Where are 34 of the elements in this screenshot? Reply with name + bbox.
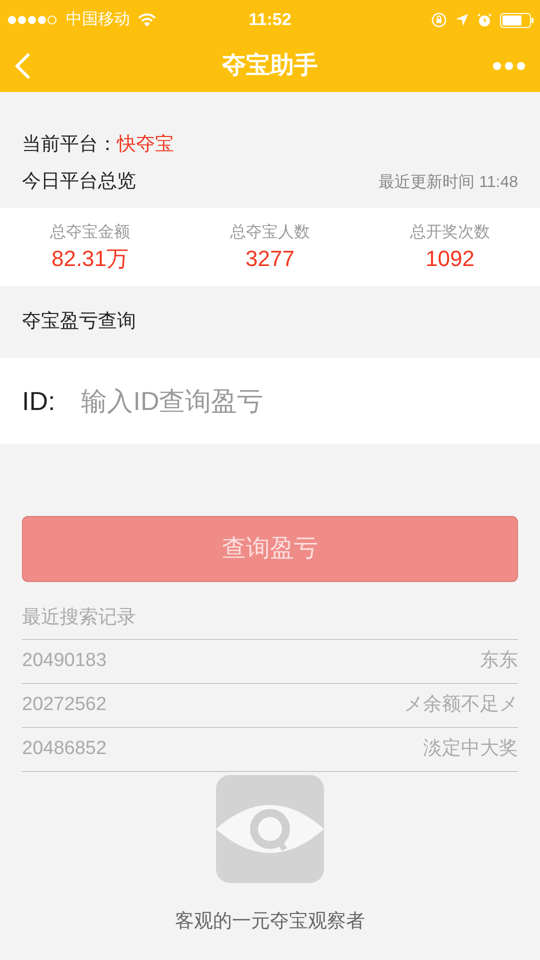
more-button[interactable] bbox=[492, 61, 526, 71]
location-arrow-icon bbox=[455, 13, 469, 27]
user-name: メ余额不足メ bbox=[404, 693, 518, 718]
carrier-name: 中国移动 bbox=[66, 10, 130, 30]
history-row[interactable]: 20490183 东东 bbox=[22, 640, 518, 684]
section-title: 今日平台总览 bbox=[22, 170, 136, 194]
platform-label: 当前平台： bbox=[22, 132, 117, 157]
stat-value: 82.31万 bbox=[51, 245, 129, 273]
stat-value: 1092 bbox=[426, 245, 474, 273]
status-time: 11:52 bbox=[248, 9, 292, 32]
stat-label: 总夺宝人数 bbox=[230, 222, 310, 243]
section-title: 夺宝盈亏查询 bbox=[21, 310, 137, 334]
stat-label: 总夺宝金额 bbox=[50, 222, 130, 243]
user-id: 20486852 bbox=[22, 737, 107, 762]
user-name: 东东 bbox=[480, 649, 518, 674]
footer-tagline: 客观的一元夺宝观察者 bbox=[174, 910, 366, 934]
field-label: ID: bbox=[22, 384, 56, 418]
update-time: 最近更新时间 11:48 bbox=[378, 172, 518, 192]
user-id: 20490183 bbox=[22, 649, 107, 674]
stat-label: 总开奖次数 bbox=[410, 223, 490, 243]
user-id: 20272562 bbox=[22, 693, 107, 718]
rotation-lock-icon bbox=[431, 12, 447, 28]
battery-icon bbox=[500, 12, 534, 28]
page-title: 夺宝助手 bbox=[222, 51, 318, 81]
alarm-clock-icon bbox=[477, 12, 492, 28]
back-button[interactable] bbox=[14, 52, 32, 80]
history-row[interactable]: 20486852 淡定中大奖 bbox=[22, 728, 518, 772]
wifi-icon bbox=[138, 13, 156, 27]
eye-logo-icon bbox=[216, 775, 324, 883]
stat-value: 3277 bbox=[246, 245, 294, 273]
history-row[interactable]: 20272562 メ余额不足メ bbox=[22, 684, 518, 728]
platform-name: 快夺宝 bbox=[117, 132, 174, 157]
user-name: 淡定中大奖 bbox=[423, 737, 518, 762]
recent-title: 最近搜索记录 bbox=[22, 598, 518, 640]
